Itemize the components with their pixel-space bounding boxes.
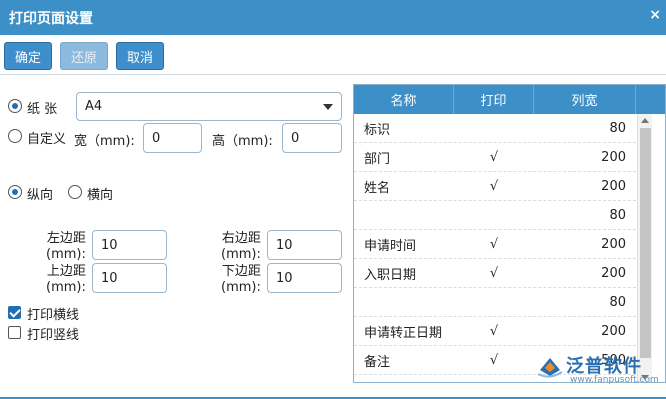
cell-name [354,288,454,316]
cell-name: 申请转正日期 [364,325,443,341]
top-margin-label: 上边距 (mm): [46,264,86,295]
left-margin-label: 左边距 (mm): [46,231,86,262]
height-value: 0 [291,130,300,146]
paper-size-radio[interactable] [8,99,22,113]
bottom-margin-input[interactable]: 10 [267,263,342,293]
cell-print[interactable]: √ [454,172,534,200]
column-settings-grid: 名称 打印 列宽 标识 80 部门 √ 200 姓名 √ 200 80 申请时间 √ 200 … [353,84,666,383]
portrait-radio[interactable] [8,185,22,199]
table-row[interactable]: 申请时间 √ 200 [354,230,636,259]
brand-watermark: 泛普软件 www.fanpusoft.com [536,350,666,390]
landscape-label: 横向 [87,188,114,203]
print-h-lines-label: 打印横线 [27,308,80,323]
chevron-down-icon [323,104,333,110]
scroll-up-icon[interactable] [641,118,649,123]
cell-print[interactable]: √ [454,346,534,374]
cell-width[interactable]: 200 [534,259,636,287]
brand-logo-icon [537,358,563,378]
cell-name: 申请时间 [364,238,417,254]
table-row[interactable]: 入职日期 √ 200 [354,259,636,288]
landscape-radio[interactable] [68,185,82,199]
top-margin-value: 10 [101,270,118,286]
dialog-title-bar: 打印页面设置 × [0,0,666,35]
height-input[interactable]: 0 [282,123,342,153]
grid-header-width[interactable]: 列宽 [534,85,636,114]
table-row[interactable]: 部门 √ 200 [354,143,636,172]
grid-header-print[interactable]: 打印 [454,85,534,114]
width-label: 宽（mm): [74,134,135,149]
close-icon[interactable]: × [649,8,661,22]
grid-scrollbar[interactable] [637,114,652,382]
table-row[interactable]: 标识 80 [354,114,636,143]
cell-name: 入职日期 [364,267,417,283]
cell-name: 标识 [364,122,391,138]
cell-width[interactable]: 200 [534,317,636,345]
right-margin-input[interactable]: 10 [267,230,342,260]
right-margin-value: 10 [276,237,293,253]
scrollbar-thumb[interactable] [640,128,651,358]
width-value: 0 [152,130,161,146]
table-row[interactable]: 80 [354,201,636,230]
grid-header: 名称 打印 列宽 [354,85,665,114]
cell-width[interactable]: 200 [534,172,636,200]
print-v-lines-label: 打印竖线 [27,328,80,343]
print-v-lines-checkbox[interactable] [8,326,21,339]
toolbar: 确定 还原 取消 [0,35,666,75]
print-h-lines-checkbox[interactable] [8,306,21,319]
bottom-margin-label: 下边距 (mm): [221,264,261,295]
grid-body: 标识 80 部门 √ 200 姓名 √ 200 80 申请时间 √ 200 入职日期 √ 200 … [354,114,636,375]
cell-print[interactable]: √ [454,230,534,258]
cell-width[interactable]: 200 [534,143,636,171]
cell-name: 备注 [364,354,391,370]
cell-name: 姓名 [364,180,391,196]
restore-button[interactable]: 还原 [60,42,108,70]
cell-print[interactable]: √ [454,259,534,287]
grid-header-name[interactable]: 名称 [354,85,454,114]
cell-print[interactable] [454,201,534,229]
brand-url: www.fanpusoft.com [570,375,659,385]
cell-name: 部门 [364,151,391,167]
cell-width[interactable]: 80 [534,201,636,229]
cancel-button[interactable]: 取消 [116,42,164,70]
cell-width[interactable]: 80 [534,288,636,316]
cell-print[interactable]: √ [454,317,534,345]
cell-print[interactable]: √ [454,143,534,171]
cell-name [354,201,454,229]
left-margin-input[interactable]: 10 [92,230,167,260]
grid-header-spacer [636,85,665,114]
right-margin-label: 右边距 (mm): [221,231,261,262]
custom-size-label: 自定义 [27,132,67,147]
paper-size-value: A4 [85,99,103,114]
cell-width[interactable]: 80 [534,114,636,142]
cell-width[interactable]: 200 [534,230,636,258]
width-input[interactable]: 0 [143,123,202,153]
portrait-label: 纵向 [27,188,54,203]
paper-size-select[interactable]: A4 [76,92,342,121]
confirm-button[interactable]: 确定 [4,42,52,70]
dialog-title: 打印页面设置 [9,10,93,27]
table-row[interactable]: 申请转正日期 √ 200 [354,317,636,346]
cell-print[interactable] [454,288,534,316]
left-margin-value: 10 [101,237,118,253]
bottom-margin-value: 10 [276,270,293,286]
paper-size-label: 纸 张 [27,102,58,117]
top-margin-input[interactable]: 10 [92,263,167,293]
cell-print[interactable] [454,114,534,142]
custom-size-radio[interactable] [8,129,22,143]
height-label: 高（mm): [212,134,273,149]
table-row[interactable]: 80 [354,288,636,317]
table-row[interactable]: 姓名 √ 200 [354,172,636,201]
